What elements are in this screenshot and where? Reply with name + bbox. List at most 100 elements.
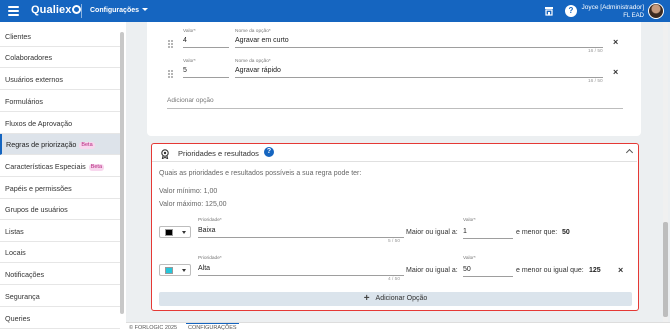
option-name-label: Nome da opção* (235, 59, 271, 64)
sidebar-item-seguranca[interactable]: Segurança (0, 286, 120, 307)
less-than-label: e menor que: (516, 229, 558, 236)
sidebar-item-fluxos-de-aprovacao[interactable]: Fluxos de Aprovação (0, 113, 120, 134)
sidebar-item-listas[interactable]: Listas (0, 221, 120, 242)
sidebar-item-caracteristicas-especiais[interactable]: Características Especiais Beta (0, 156, 120, 177)
add-option-button[interactable]: + Adicionar Opção (159, 292, 632, 306)
copyright-text: © FORLOGIC 2025 (129, 325, 178, 331)
remove-option-button[interactable]: × (613, 67, 618, 77)
beta-badge: Beta (88, 164, 105, 171)
sidebar-item-label: Locais (5, 248, 26, 257)
char-counter: 16 / 50 (588, 49, 603, 54)
value-label: Valor* (463, 218, 476, 223)
options-card: Valor* 4 Nome da opção* Agravar em curto… (147, 22, 641, 136)
lower-bound-input[interactable]: 50 (463, 266, 471, 273)
drag-handle-icon[interactable] (168, 70, 174, 78)
footer-section: CONFIGURAÇÕES (186, 323, 239, 331)
priority-input[interactable]: Baixa (198, 227, 216, 234)
sidebar-item-queries[interactable]: Queries (0, 308, 120, 329)
shop-icon[interactable] (544, 6, 554, 16)
avatar[interactable] (648, 3, 664, 19)
scrollbar-thumb[interactable] (663, 222, 668, 317)
header-divider (81, 4, 82, 18)
caret-down-icon (182, 231, 186, 234)
upper-bound-value: 50 (562, 229, 570, 236)
divider (152, 161, 637, 162)
sidebar-item-regras-de-priorizacao[interactable]: Regras de priorização Beta (0, 134, 120, 155)
priorities-card: Prioridades e resultados ? Quais as prio… (151, 143, 639, 311)
module-selector[interactable]: Configurações (90, 7, 149, 14)
greater-equal-label: Maior ou igual a: (406, 267, 458, 274)
max-value-text: Valor máximo: 125,00 (159, 201, 227, 208)
sidebar-item-label: Notificações (5, 270, 45, 279)
sidebar-item-label: Colaboradores (5, 53, 53, 62)
option-name-label: Nome da opção* (235, 29, 271, 34)
priority-input-underline (198, 237, 404, 238)
char-counter: 5 / 50 (388, 239, 401, 244)
sidebar-item-locais[interactable]: Locais (0, 242, 120, 263)
value-label: Valor* (463, 256, 476, 261)
sidebar-item-grupos-de-usuarios[interactable]: Grupos de usuários (0, 199, 120, 220)
section-title: Prioridades e resultados (178, 149, 259, 158)
module-label: Configurações (90, 7, 140, 14)
color-swatch (165, 229, 173, 236)
sidebar-item-label: Clientes (5, 32, 31, 41)
min-value-text: Valor mínimo: 1,00 (159, 188, 218, 195)
value-input[interactable]: 5 (183, 67, 187, 74)
priority-input-underline (198, 275, 404, 276)
user-org: FL EAD (623, 13, 644, 19)
sidebar-item-notificacoes[interactable]: Notificações (0, 264, 120, 285)
sidebar-item-label: Listas (5, 227, 24, 236)
sidebar-item-label: Segurança (5, 292, 40, 301)
drag-handle-icon[interactable] (168, 40, 174, 48)
sidebar-scrollbar[interactable] (120, 32, 124, 314)
logo-text: Qualiex (31, 4, 72, 16)
sidebar-item-papeis-e-permissoes[interactable]: Papéis e permissões (0, 178, 120, 199)
award-icon (161, 149, 169, 159)
user-name: Joyce [Administrador] (581, 4, 645, 11)
upper-bound-value: 125 (589, 267, 601, 274)
sidebar-item-label: Fluxos de Aprovação (5, 119, 73, 128)
lower-bound-input[interactable]: 1 (463, 228, 467, 235)
sidebar-item-label: Papéis e permissões (5, 184, 72, 193)
sidebar-item-label: Características Especiais (5, 162, 86, 171)
color-picker-button[interactable] (159, 226, 191, 238)
value-input-underline (183, 77, 229, 78)
footer: © FORLOGIC 2025 CONFIGURAÇÕES (126, 322, 670, 333)
color-picker-button[interactable] (159, 264, 191, 276)
sidebar-item-label: Grupos de usuários (5, 205, 68, 214)
option-name-input[interactable]: Agravar rápido (235, 67, 281, 74)
option-row: Valor* 4 Nome da opção* Agravar em curto… (147, 26, 641, 56)
lower-bound-underline (463, 238, 513, 239)
top-bar: Qualiex Configurações ? Joyce [Administr… (0, 0, 670, 22)
lower-bound-underline (463, 276, 513, 277)
main-scrollbar[interactable] (663, 22, 668, 322)
value-input[interactable]: 4 (183, 37, 187, 44)
menu-icon[interactable] (8, 6, 19, 16)
value-label: Valor* (183, 59, 196, 64)
option-name-input[interactable]: Agravar em curto (235, 37, 289, 44)
char-counter: 16 / 50 (588, 79, 603, 84)
sidebar-item-label: Usuários externos (5, 75, 63, 84)
option-name-underline (235, 47, 603, 48)
option-row: Valor* 5 Nome da opção* Agravar rápido 1… (147, 56, 641, 86)
user-menu[interactable]: Joyce [Administrador] FL EAD (582, 3, 645, 21)
priority-label: Prioridade* (198, 256, 222, 261)
chevron-up-icon[interactable] (625, 148, 634, 157)
remove-option-button[interactable]: × (613, 37, 618, 47)
add-option-input[interactable]: Adicionar opção (167, 97, 214, 104)
beta-badge: Beta (79, 142, 95, 149)
sidebar-item-colaboradores[interactable]: Colaboradores (0, 47, 120, 68)
greater-equal-label: Maior ou igual a: (406, 229, 458, 236)
help-icon[interactable]: ? (565, 5, 577, 17)
sidebar-item-clientes[interactable]: Clientes (0, 26, 120, 47)
sidebar-item-usuarios-externos[interactable]: Usuários externos (0, 69, 120, 90)
app-logo[interactable]: Qualiex (31, 4, 82, 16)
less-equal-label: e menor ou igual que: (516, 267, 584, 274)
chevron-down-icon (142, 8, 149, 11)
help-icon[interactable]: ? (264, 147, 274, 157)
priority-input[interactable]: Alta (198, 265, 210, 272)
sidebar-item-formularios[interactable]: Formulários (0, 91, 120, 112)
remove-priority-button[interactable]: × (618, 265, 623, 275)
option-name-underline (235, 77, 603, 78)
caret-down-icon (182, 269, 186, 272)
